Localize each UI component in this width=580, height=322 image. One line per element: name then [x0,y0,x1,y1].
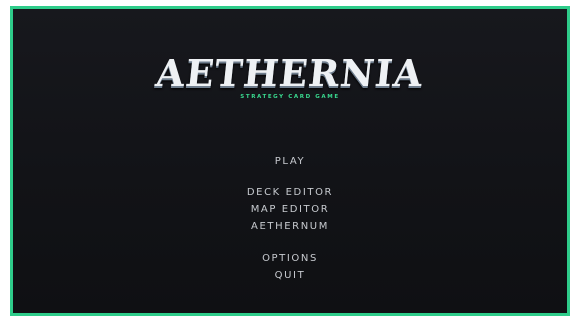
options-button[interactable]: OPTIONS [13,250,567,267]
main-menu-system: OPTIONS QUIT [13,250,567,284]
aethernum-button[interactable]: AETHERNUM [13,218,567,235]
logo-title: AETHERNIA [154,51,426,95]
game-window: AETHERNIA STRATEGY CARD GAME PLAY DECK E… [10,6,570,316]
map-editor-button[interactable]: MAP EDITOR [13,201,567,218]
quit-button[interactable]: QUIT [13,267,567,284]
play-button[interactable]: PLAY [13,153,567,170]
deck-editor-button[interactable]: DECK EDITOR [13,184,567,201]
main-menu-primary: PLAY [13,153,567,170]
game-logo: AETHERNIA STRATEGY CARD GAME [13,51,567,101]
main-menu-editors: DECK EDITOR MAP EDITOR AETHERNUM [13,184,567,235]
